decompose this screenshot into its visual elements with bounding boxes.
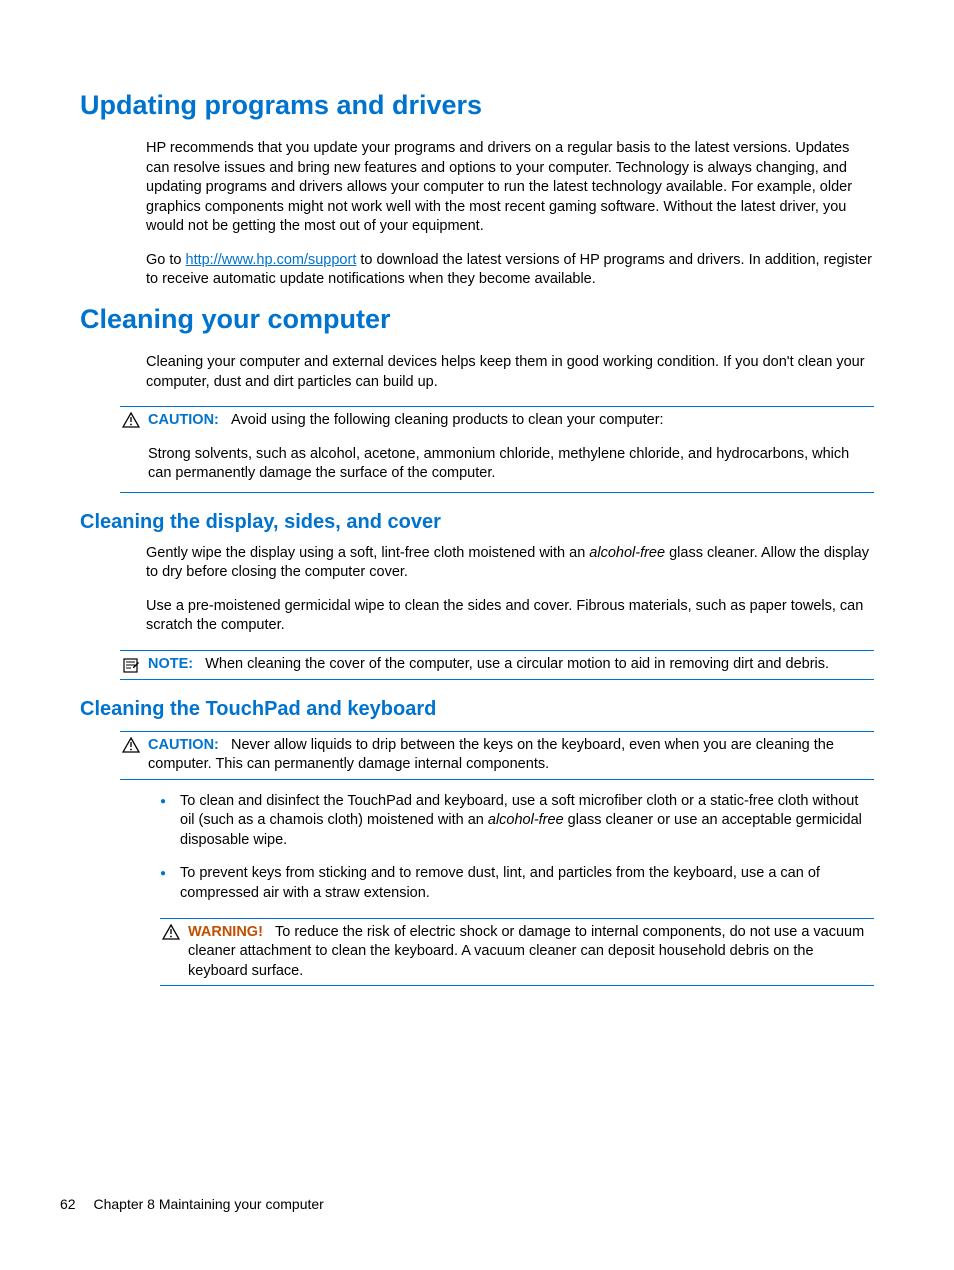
support-link[interactable]: http://www.hp.com/support	[186, 252, 357, 268]
heading-touchpad: Cleaning the TouchPad and keyboard	[80, 698, 874, 721]
paragraph: Use a pre-moistened germicidal wipe to c…	[146, 597, 874, 636]
note-label: NOTE:	[148, 656, 193, 672]
warning-icon	[160, 923, 182, 940]
paragraph: Go to http://www.hp.com/support to downl…	[146, 251, 874, 290]
callout-content: WARNING! To reduce the risk of electric …	[188, 923, 874, 982]
body-updating: HP recommends that you update your progr…	[146, 139, 874, 290]
caution-text: Never allow liquids to drip between the …	[148, 737, 834, 773]
caution-callout: CAUTION: Avoid using the following clean…	[120, 406, 874, 493]
caution-callout: CAUTION: Never allow liquids to drip bet…	[120, 731, 874, 780]
chapter-label: Chapter 8 Maintaining your computer	[93, 1196, 323, 1212]
body-display: Gently wipe the display using a soft, li…	[146, 544, 874, 636]
warning-label: WARNING!	[188, 924, 263, 940]
paragraph: HP recommends that you update your progr…	[146, 139, 874, 237]
list-item: To prevent keys from sticking and to rem…	[180, 864, 874, 903]
text: Go to	[146, 252, 186, 268]
note-callout: NOTE: When cleaning the cover of the com…	[120, 650, 874, 680]
text: Gently wipe the display using a soft, li…	[146, 545, 589, 561]
callout-content: CAUTION: Never allow liquids to drip bet…	[148, 736, 874, 775]
paragraph: Strong solvents, such as alcohol, aceton…	[148, 445, 874, 484]
heading-cleaning: Cleaning your computer	[80, 304, 874, 335]
warning-callout: WARNING! To reduce the risk of electric …	[160, 918, 874, 987]
text-italic: alcohol-free	[488, 812, 564, 828]
caution-icon	[120, 736, 142, 753]
callout-content: CAUTION: Avoid using the following clean…	[148, 411, 874, 488]
heading-display: Cleaning the display, sides, and cover	[80, 511, 874, 534]
page-footer: 62 Chapter 8 Maintaining your computer	[60, 1196, 324, 1212]
caution-label: CAUTION:	[148, 737, 219, 753]
list-item: To clean and disinfect the TouchPad and …	[180, 792, 874, 851]
text-italic: alcohol-free	[589, 545, 665, 561]
document-page: Updating programs and drivers HP recomme…	[0, 0, 954, 1046]
paragraph: Gently wipe the display using a soft, li…	[146, 544, 874, 583]
warning-text: To reduce the risk of electric shock or …	[188, 924, 864, 979]
paragraph: Cleaning your computer and external devi…	[146, 353, 874, 392]
note-icon	[120, 655, 142, 674]
callout-content: NOTE: When cleaning the cover of the com…	[148, 655, 874, 675]
heading-updating: Updating programs and drivers	[80, 90, 874, 121]
caution-label: CAUTION:	[148, 412, 219, 428]
body-cleaning: Cleaning your computer and external devi…	[146, 353, 874, 392]
caution-icon	[120, 411, 142, 428]
caution-text: Avoid using the following cleaning produ…	[231, 412, 664, 428]
note-text: When cleaning the cover of the computer,…	[205, 656, 829, 672]
page-number: 62	[60, 1196, 76, 1212]
bullet-list: To clean and disinfect the TouchPad and …	[146, 792, 874, 904]
